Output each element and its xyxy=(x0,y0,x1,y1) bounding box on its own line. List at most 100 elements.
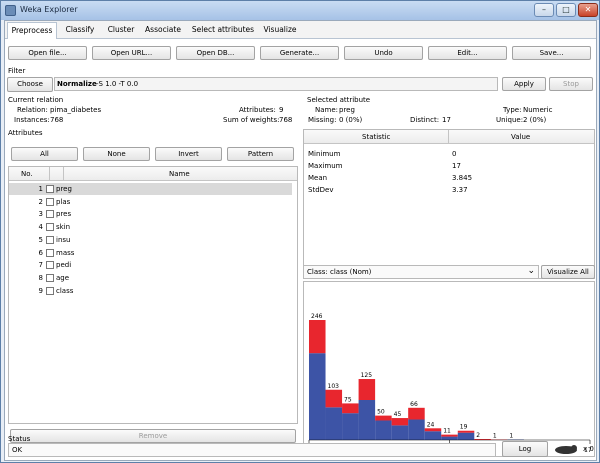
attribute-row[interactable]: 4 skin xyxy=(9,221,292,233)
attribute-number: 6 xyxy=(38,248,43,257)
histogram-bar-blue xyxy=(325,407,343,440)
chevron-down-icon: ⌄ xyxy=(527,266,535,276)
histogram-bar-label: 50 xyxy=(377,409,385,416)
tab-classify[interactable]: Classify xyxy=(58,22,102,39)
open-file-button[interactable]: Open file... xyxy=(8,46,87,60)
attribute-checkbox[interactable] xyxy=(46,261,54,270)
attribute-name: preg xyxy=(56,185,72,193)
attribute-number: 5 xyxy=(38,235,43,244)
statistic-name: StdDev xyxy=(308,186,334,194)
explorer-panel: Preprocess Classify Cluster Associate Se… xyxy=(4,20,597,461)
tab-associate[interactable]: Associate xyxy=(140,22,186,39)
histogram-bar-red xyxy=(441,434,458,437)
statistic-row: StdDev 3.37 xyxy=(306,184,594,196)
statistic-value: 3.845 xyxy=(452,174,473,182)
statistic-name: Mean xyxy=(308,174,328,182)
attribute-row[interactable]: 2 plas xyxy=(9,196,292,208)
sum-weights-value: 768 xyxy=(279,116,293,124)
statistic-name: Maximum xyxy=(308,162,343,170)
attr-missing-value: 0 (0%) xyxy=(339,116,363,124)
attribute-checkbox[interactable] xyxy=(46,248,54,257)
worker-count: x 0 xyxy=(583,445,594,453)
attribute-row[interactable]: 1 preg xyxy=(9,183,292,195)
open-db-button[interactable]: Open DB... xyxy=(176,46,255,60)
weka-explorer-window: Weka Explorer – □ ✕ Preprocess Classify … xyxy=(0,0,600,463)
statistic-row: Maximum 17 xyxy=(306,160,594,172)
attr-distinct-value: 17 xyxy=(442,116,451,124)
attribute-checkbox[interactable] xyxy=(46,223,54,232)
tab-bar: Preprocess Classify Cluster Associate Se… xyxy=(5,21,596,39)
histogram-bar-blue xyxy=(457,432,475,440)
histogram-bar-red xyxy=(342,403,359,414)
filter-section-label: Filter xyxy=(8,67,26,75)
statistic-value: 3.37 xyxy=(452,186,468,194)
attribute-checkbox[interactable] xyxy=(46,235,54,244)
remove-button[interactable]: Remove xyxy=(10,429,296,443)
minimize-icon: – xyxy=(542,5,546,14)
attribute-row[interactable]: 8 age xyxy=(9,272,292,284)
histogram-bar-blue xyxy=(441,436,458,440)
attribute-row[interactable]: 6 mass xyxy=(9,247,292,259)
open-url-button[interactable]: Open URL... xyxy=(92,46,171,60)
choose-filter-button[interactable]: Choose xyxy=(7,77,53,92)
statistics-table-header: Statistic Value xyxy=(304,130,594,144)
attribute-row[interactable]: 7 pedi xyxy=(9,259,292,271)
tab-select-attributes[interactable]: Select attributes xyxy=(186,22,260,39)
attribute-number: 3 xyxy=(38,210,43,219)
edit-button[interactable]: Edit... xyxy=(428,46,507,60)
attribute-number: 8 xyxy=(38,273,43,282)
statistic-row: Mean 3.845 xyxy=(306,172,594,184)
histogram-bar-red xyxy=(309,320,326,354)
undo-button[interactable]: Undo xyxy=(344,46,423,60)
histogram-bar-blue xyxy=(358,400,376,440)
histogram-bar-label: 125 xyxy=(361,372,373,379)
attribute-checkbox[interactable] xyxy=(46,185,54,193)
invert-selection-button[interactable]: Invert xyxy=(155,147,222,161)
histogram-bar-label: 2 xyxy=(476,432,480,439)
tab-visualize[interactable]: Visualize xyxy=(260,22,300,39)
stop-button[interactable]: Stop xyxy=(549,77,593,91)
col-name-header[interactable]: Name xyxy=(169,170,190,178)
histogram-bar-label: 11 xyxy=(443,428,451,435)
attr-name-label: Name: xyxy=(315,106,339,114)
generate-button[interactable]: Generate... xyxy=(260,46,339,60)
attribute-checkbox[interactable] xyxy=(46,210,54,219)
tab-preprocess[interactable]: Preprocess xyxy=(7,22,57,39)
col-no-header[interactable]: No. xyxy=(21,170,33,178)
attribute-row[interactable]: 9 class xyxy=(9,285,292,297)
class-select[interactable]: Class: class (Nom) ⌄ xyxy=(303,265,539,279)
tab-cluster[interactable]: Cluster xyxy=(102,22,140,39)
minimize-button[interactable]: – xyxy=(534,3,554,17)
col-statistic-header[interactable]: Statistic xyxy=(362,133,390,141)
attribute-name: age xyxy=(56,273,70,282)
attribute-row[interactable]: 3 pres xyxy=(9,208,292,220)
pattern-button[interactable]: Pattern xyxy=(227,147,294,161)
attribute-checkbox[interactable] xyxy=(46,273,54,282)
histogram-bar-red xyxy=(424,428,442,432)
select-none-button[interactable]: None xyxy=(83,147,150,161)
log-button[interactable]: Log xyxy=(502,441,548,457)
attribute-number: 7 xyxy=(38,261,43,270)
histogram-bar-red xyxy=(391,418,409,426)
histogram-bar-label: 75 xyxy=(344,396,352,403)
histogram-bar-label: 1 xyxy=(509,433,513,440)
statistic-value: 17 xyxy=(452,162,461,170)
select-all-button[interactable]: All xyxy=(11,147,78,161)
title-bar: Weka Explorer – □ ✕ xyxy=(1,1,599,20)
save-button[interactable]: Save... xyxy=(512,46,591,60)
attribute-row[interactable]: 5 insu xyxy=(9,234,292,246)
attribute-checkbox[interactable] xyxy=(46,286,54,295)
filter-config-field[interactable]: Normalize -S 1.0 -T 0.0 xyxy=(54,77,498,91)
close-button[interactable]: ✕ xyxy=(578,3,598,17)
attribute-number: 2 xyxy=(38,197,43,206)
col-value-header[interactable]: Value xyxy=(511,133,530,141)
apply-button[interactable]: Apply xyxy=(502,77,546,91)
histogram-bar-label: 246 xyxy=(311,313,323,320)
class-histogram: 2461037512550456624111921108.517 xyxy=(308,313,592,454)
attribute-name: pres xyxy=(56,210,72,219)
visualize-all-button[interactable]: Visualize All xyxy=(541,265,595,279)
histogram-bar-blue xyxy=(342,413,359,440)
maximize-button[interactable]: □ xyxy=(556,3,576,17)
current-relation-title: Current relation xyxy=(8,96,64,104)
attribute-checkbox[interactable] xyxy=(46,197,54,206)
